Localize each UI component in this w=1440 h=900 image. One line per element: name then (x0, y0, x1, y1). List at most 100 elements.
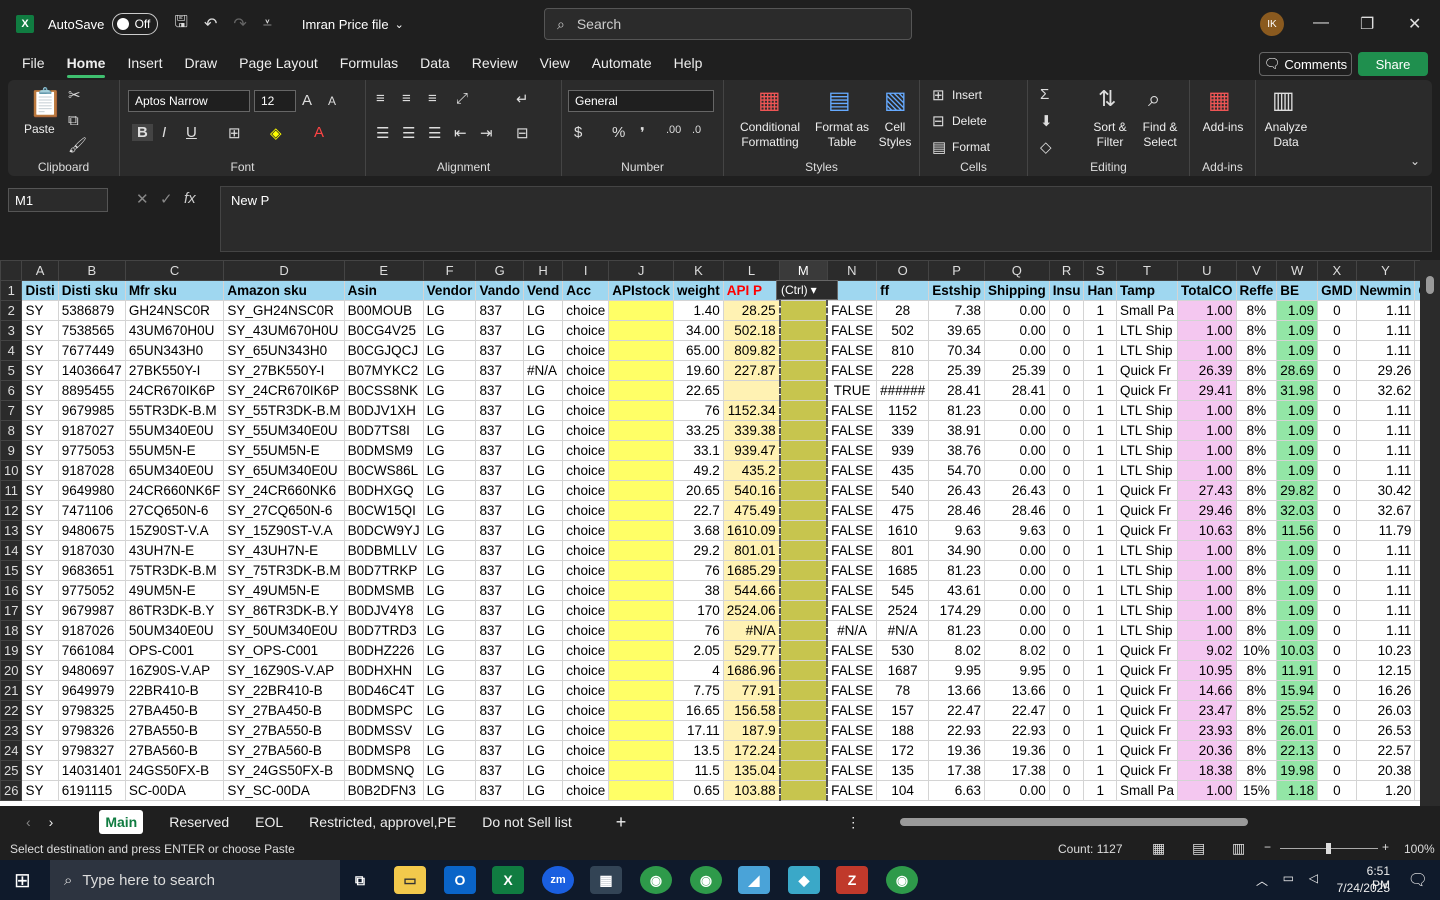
cell[interactable]: LG (522, 520, 564, 541)
cell[interactable]: SY (21, 660, 59, 681)
cell[interactable]: choice (562, 500, 610, 521)
cell[interactable]: 29.2 (673, 540, 724, 561)
cell[interactable]: 13.5 (673, 740, 724, 761)
cell[interactable]: 76 (673, 400, 724, 421)
cell[interactable]: 837 (475, 720, 524, 741)
cell[interactable]: 28 (876, 300, 930, 321)
cell[interactable]: SY (21, 640, 59, 661)
sort-filter-button[interactable]: Sort & Filter (1088, 120, 1132, 150)
cell[interactable]: 1.40 (673, 300, 724, 321)
column-header[interactable]: S (1083, 260, 1117, 281)
cell[interactable]: 10.23 (1355, 640, 1416, 661)
cell[interactable]: FALSE (826, 440, 878, 461)
row-header[interactable]: 11 (0, 480, 23, 501)
cell[interactable]: 55UM340E0U (124, 420, 225, 441)
cell[interactable]: LG (422, 420, 477, 441)
cell[interactable]: 6.63 (928, 780, 985, 801)
cell[interactable]: 19.36 (928, 740, 985, 761)
cell[interactable]: B0CGJQCJ (343, 340, 424, 361)
cell[interactable]: SY (21, 780, 59, 801)
cell[interactable] (778, 340, 829, 361)
undo-icon[interactable]: ↶ (204, 14, 217, 34)
column-header[interactable]: O (876, 260, 930, 281)
column-header[interactable]: G (475, 260, 524, 281)
conditional-formatting-icon[interactable]: ▦ (758, 86, 781, 115)
cell[interactable]: 810 (876, 340, 930, 361)
cell[interactable]: 8% (1235, 700, 1278, 721)
share-button[interactable]: Share (1358, 52, 1428, 76)
cell[interactable]: 939.47 (722, 440, 781, 461)
cell[interactable]: 15.94 (1276, 680, 1319, 701)
cell[interactable]: 939 (876, 440, 930, 461)
cell[interactable]: 38.76 (928, 440, 985, 461)
cell[interactable] (608, 420, 675, 441)
column-header[interactable]: F (422, 260, 477, 281)
cell[interactable]: 8% (1235, 440, 1278, 461)
cell[interactable]: 7.38 (928, 300, 985, 321)
cell[interactable]: 8% (1235, 500, 1278, 521)
cell[interactable]: 28.46 (928, 500, 985, 521)
cell[interactable] (608, 480, 675, 501)
cell[interactable]: 1.11 (1355, 540, 1416, 561)
cell[interactable] (608, 340, 675, 361)
cell[interactable]: #N/A (876, 620, 930, 641)
cell[interactable]: 1 (1083, 760, 1117, 781)
cell[interactable]: LG (522, 740, 564, 761)
cell[interactable]: 32.67 (1355, 500, 1416, 521)
cell[interactable]: SY_27BA450-B (223, 700, 345, 721)
cell[interactable]: 837 (475, 340, 524, 361)
notifications-icon[interactable]: 🗨 (1408, 870, 1428, 890)
filezilla-icon[interactable]: Z (836, 866, 868, 894)
cell[interactable]: 502 (876, 320, 930, 341)
cell[interactable]: FALSE (826, 360, 878, 381)
cell[interactable]: 1610.09 (722, 520, 781, 541)
cell[interactable]: 8% (1235, 580, 1278, 601)
cell[interactable]: 27.43 (1177, 480, 1237, 501)
cell[interactable]: 0 (1317, 760, 1357, 781)
cell[interactable]: SY_15Z90ST-V.A (223, 520, 345, 541)
cell[interactable]: 70.34 (928, 340, 985, 361)
cell[interactable]: 8% (1235, 300, 1278, 321)
cell[interactable]: 1 (1083, 700, 1117, 721)
cell[interactable]: LG (522, 680, 564, 701)
cell[interactable]: choice (562, 480, 610, 501)
cell[interactable]: LG (522, 600, 564, 621)
cell[interactable]: 15Z90ST-V.A (124, 520, 225, 541)
cell[interactable]: 103.88 (722, 780, 781, 801)
cell[interactable]: 9.95 (928, 660, 985, 681)
cell[interactable] (778, 540, 829, 561)
cell[interactable]: 29.82 (1276, 480, 1319, 501)
cell[interactable] (778, 600, 829, 621)
font-size-select[interactable]: 12 (254, 90, 296, 112)
sheet-tab-reserved[interactable]: Reserved (169, 814, 229, 830)
cell[interactable]: 7661084 (57, 640, 126, 661)
cell[interactable]: 1.09 (1276, 400, 1319, 421)
zoom-in-icon[interactable]: + (1382, 840, 1389, 854)
cell[interactable]: 8% (1235, 760, 1278, 781)
cell[interactable]: LTL Ship (1115, 340, 1179, 361)
cell[interactable]: LG (522, 460, 564, 481)
network-icon[interactable]: ▭ (1283, 871, 1294, 885)
cell[interactable]: 1.00 (1177, 440, 1237, 461)
column-header[interactable]: M (779, 260, 828, 282)
cell[interactable] (778, 420, 829, 441)
cell[interactable]: 1 (1083, 380, 1117, 401)
cell[interactable]: 8895455 (57, 380, 126, 401)
cell[interactable]: B0CG4V25 (343, 320, 424, 341)
cell[interactable]: 1.11 (1355, 580, 1416, 601)
cell[interactable]: TotalCO (1177, 280, 1237, 301)
cell[interactable]: 29.46 (1177, 500, 1237, 521)
cell[interactable]: 34.00 (673, 320, 724, 341)
cell[interactable]: 17.11 (673, 720, 724, 741)
add-sheet-icon[interactable]: + (616, 812, 627, 833)
row-header[interactable]: 21 (0, 680, 23, 701)
column-header[interactable]: K (673, 260, 724, 281)
format-painter-icon[interactable]: 🖌 (68, 136, 87, 154)
column-header[interactable]: A (21, 260, 59, 281)
cell[interactable]: 0 (1317, 420, 1357, 441)
cell[interactable]: 1685.29 (722, 560, 781, 581)
cell[interactable]: 172.24 (722, 740, 781, 761)
cell[interactable]: 22.93 (928, 720, 985, 741)
cell[interactable]: SY_55TR3DK-B.M (223, 400, 345, 421)
cell[interactable]: B00MOUB (343, 300, 424, 321)
